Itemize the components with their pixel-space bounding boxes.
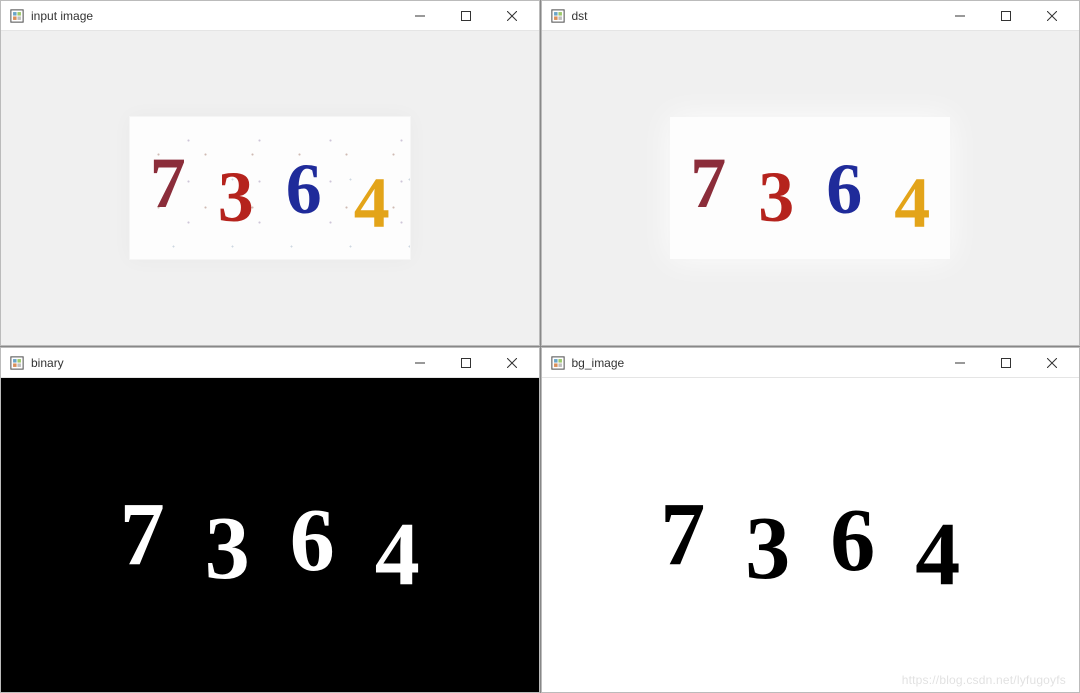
maximize-button[interactable] (443, 348, 489, 378)
minimize-button[interactable] (397, 348, 443, 378)
digit-4: 4 (894, 167, 930, 239)
window-controls (937, 348, 1075, 378)
digit-1: 7 (120, 490, 165, 580)
window-bg-image: bg_image 7 3 6 4 (541, 347, 1080, 693)
image-viewport: 7 3 6 4 (1, 378, 539, 692)
digit-1: 7 (660, 490, 705, 580)
app-icon (550, 355, 566, 371)
maximize-button[interactable] (983, 348, 1029, 378)
close-button[interactable] (489, 1, 535, 31)
window-title: dst (572, 9, 938, 23)
digit-3: 6 (286, 153, 322, 225)
image-viewport: 7 3 6 4 (542, 31, 1080, 345)
window-dst: dst 7 3 6 4 (541, 0, 1080, 346)
window-title: bg_image (572, 356, 938, 370)
window-binary: binary 7 3 6 4 (0, 347, 540, 693)
close-button[interactable] (1029, 348, 1075, 378)
window-title: input image (31, 9, 397, 23)
app-icon (9, 355, 25, 371)
minimize-button[interactable] (397, 1, 443, 31)
close-button[interactable] (489, 348, 535, 378)
window-controls (937, 1, 1075, 31)
window-input-image: input image 7 3 6 4 (0, 0, 540, 346)
app-icon (550, 8, 566, 24)
digit-3: 6 (290, 496, 335, 586)
digit-4: 4 (375, 510, 420, 600)
binary-image: 7 3 6 4 (120, 490, 420, 580)
digit-2: 3 (205, 504, 250, 594)
window-controls (397, 1, 535, 31)
digit-4: 4 (354, 167, 390, 239)
digit-1: 7 (150, 147, 186, 219)
maximize-button[interactable] (983, 1, 1029, 31)
image-viewport: 7 3 6 4 (1, 31, 539, 345)
minimize-button[interactable] (937, 1, 983, 31)
digit-3: 6 (830, 496, 875, 586)
image-viewport: 7 3 6 4 (542, 378, 1080, 692)
window-controls (397, 348, 535, 378)
digit-4: 4 (915, 510, 960, 600)
filtered-image: 7 3 6 4 (670, 117, 950, 259)
window-title: binary (31, 356, 397, 370)
minimize-button[interactable] (937, 348, 983, 378)
digit-3: 6 (826, 153, 862, 225)
maximize-button[interactable] (443, 1, 489, 31)
titlebar[interactable]: input image (1, 1, 539, 31)
titlebar[interactable]: bg_image (542, 348, 1080, 378)
titlebar[interactable]: binary (1, 348, 539, 378)
digit-2: 3 (745, 504, 790, 594)
bg-image: 7 3 6 4 (660, 490, 960, 580)
close-button[interactable] (1029, 1, 1075, 31)
digit-2: 3 (758, 161, 794, 233)
titlebar[interactable]: dst (542, 1, 1080, 31)
captcha-image: 7 3 6 4 (129, 116, 411, 260)
digit-1: 7 (690, 147, 726, 219)
app-icon (9, 8, 25, 24)
digit-2: 3 (218, 161, 254, 233)
